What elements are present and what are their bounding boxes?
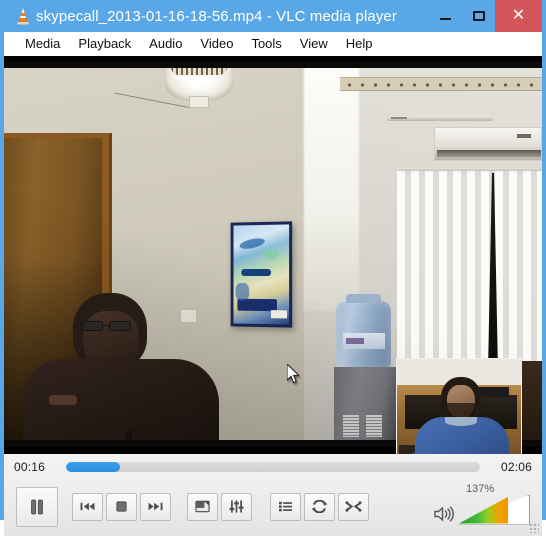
wall-fan [165, 62, 233, 108]
framed-painting [230, 221, 293, 328]
resize-grip-icon[interactable] [529, 523, 539, 533]
pip-person-collar [445, 417, 477, 426]
window-light-glare [304, 61, 359, 311]
video-surface[interactable] [4, 56, 542, 454]
button-row: 137% [4, 479, 542, 534]
window-curtain [397, 171, 542, 371]
equalizer-icon [229, 500, 244, 513]
picture-in-picture-window[interactable] [396, 358, 522, 454]
dispenser-vent [343, 415, 359, 437]
painting-artwork [233, 224, 290, 325]
shuffle-button[interactable] [338, 492, 369, 521]
painting-shape [270, 310, 288, 319]
menu-item-tools[interactable]: Tools [242, 34, 290, 53]
menu-item-playback[interactable]: Playback [69, 34, 140, 53]
glasses-lens [81, 321, 103, 331]
painting-shape [241, 268, 271, 277]
menu-item-view[interactable]: View [291, 34, 337, 53]
total-time-label[interactable]: 02:06 [488, 460, 532, 474]
title-bar[interactable]: skypecall_2013-01-16-18-56.mp4 - VLC med… [4, 0, 542, 32]
previous-button[interactable] [72, 492, 103, 521]
person-seated [7, 293, 222, 447]
menu-bar: Media Playback Audio Video Tools View He… [4, 32, 542, 56]
menu-item-help[interactable]: Help [337, 34, 382, 53]
shuffle-icon [345, 501, 362, 512]
close-icon: ✕ [511, 7, 526, 24]
speaker-icon[interactable] [433, 504, 455, 524]
pause-icon [31, 499, 43, 514]
maximize-button[interactable] [462, 0, 495, 32]
vlc-main-window: skypecall_2013-01-16-18-56.mp4 - VLC med… [0, 0, 546, 536]
playlist-icon [279, 501, 292, 512]
glasses-lens [109, 321, 131, 331]
play-pause-button[interactable] [16, 486, 58, 527]
fan-mount [189, 96, 209, 108]
seek-progress-fill [66, 461, 120, 472]
close-button[interactable]: ✕ [495, 0, 542, 32]
vlc-cone-icon [14, 7, 32, 27]
water-dispenser-cabinet [334, 367, 396, 447]
menu-item-video[interactable]: Video [191, 34, 242, 53]
menu-item-audio[interactable]: Audio [140, 34, 191, 53]
elapsed-time-label[interactable]: 00:16 [14, 460, 58, 474]
playlist-button[interactable] [270, 492, 301, 521]
volume-slider[interactable]: 137% [458, 483, 530, 525]
loop-button[interactable] [304, 492, 335, 521]
seek-slider[interactable] [66, 461, 480, 472]
next-button[interactable] [140, 492, 171, 521]
air-conditioner [434, 127, 542, 161]
volume-fill [459, 496, 509, 524]
painting-shape [238, 236, 266, 251]
stop-icon [116, 501, 127, 512]
ac-display [517, 134, 531, 138]
minimize-icon [440, 18, 451, 20]
extended-settings-button[interactable] [221, 492, 252, 521]
previous-icon [80, 502, 95, 511]
volume-level-label: 137% [466, 482, 495, 495]
next-icon [148, 502, 163, 511]
fullscreen-button[interactable] [187, 492, 218, 521]
seek-row: 00:16 02:06 [4, 454, 542, 479]
control-bar: 00:16 02:06 137% [4, 454, 542, 536]
dispenser-vent [366, 415, 382, 437]
volume-control[interactable]: 137% [433, 483, 534, 527]
shirt-pocket [49, 395, 77, 405]
window-buttons: ✕ [429, 0, 542, 32]
wall-border-trim [340, 77, 542, 91]
loop-icon [311, 500, 328, 513]
minimize-button[interactable] [429, 0, 462, 32]
window-title: skypecall_2013-01-16-18-56.mp4 - VLC med… [36, 7, 397, 25]
fullscreen-icon [195, 500, 210, 513]
water-bottle [336, 294, 391, 369]
stop-button[interactable] [106, 492, 137, 521]
menu-item-media[interactable]: Media [16, 34, 69, 53]
painting-shape [262, 248, 279, 259]
water-bottle-label [343, 333, 385, 349]
letterbox-top [4, 61, 542, 68]
ac-vent [437, 150, 541, 157]
maximize-icon [472, 11, 485, 21]
painting-shape [235, 282, 250, 301]
glasses-icon [81, 321, 143, 331]
curtain-rail-upper [387, 116, 493, 121]
